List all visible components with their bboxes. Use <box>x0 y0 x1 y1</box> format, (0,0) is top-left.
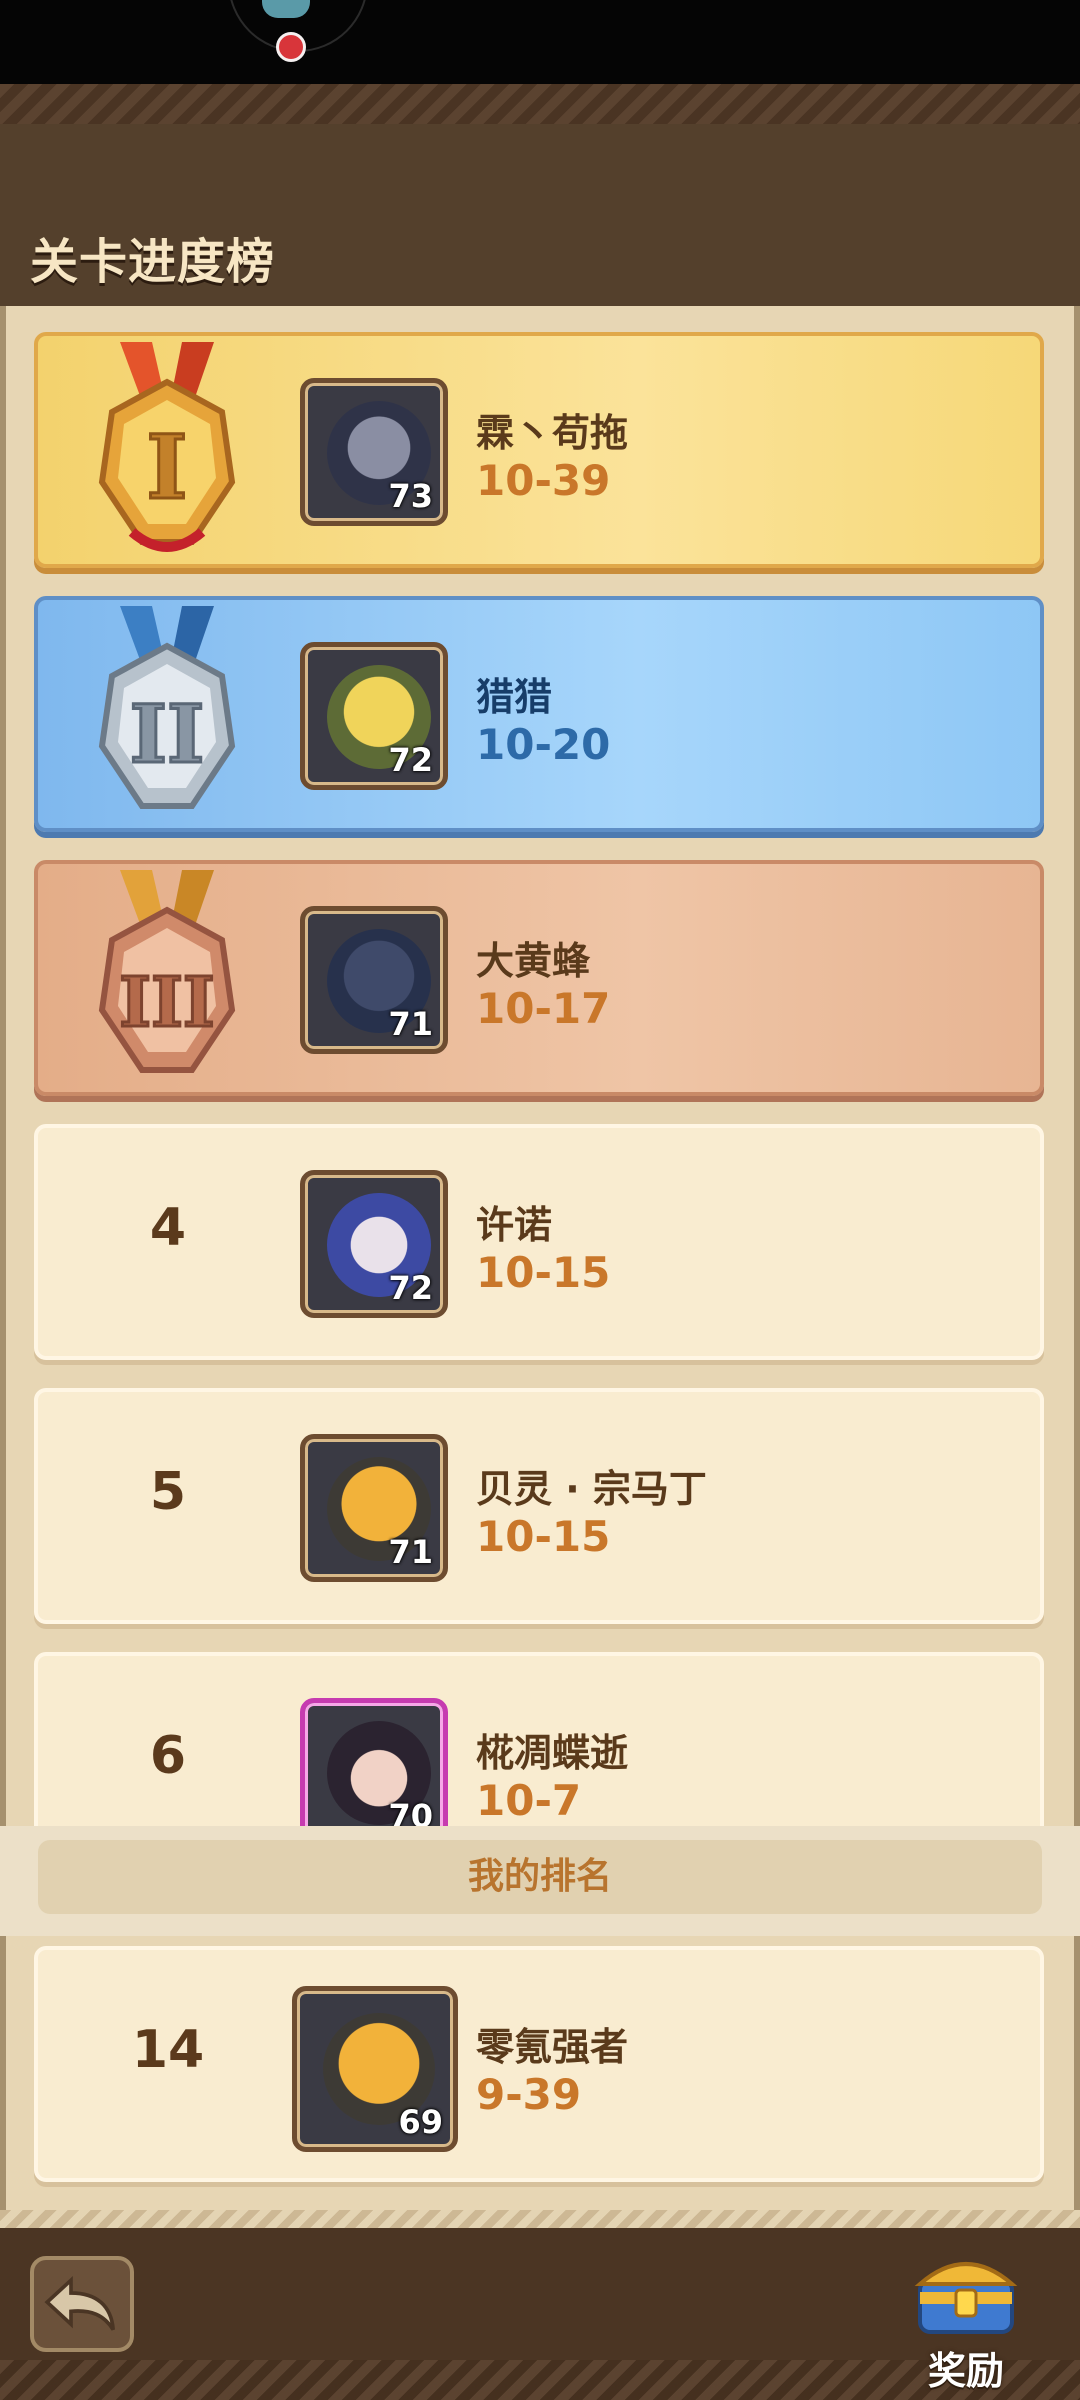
player-name: 椛凋蝶逝 <box>476 1731 629 1775</box>
mascot-icon <box>262 0 310 18</box>
leaderboard-row-3[interactable]: III 71 大黄蜂 10-17 <box>34 860 1044 1096</box>
player-score: 10-7 <box>476 1776 582 1825</box>
avatar[interactable]: 73 <box>300 378 448 526</box>
rank-number: 6 <box>149 1726 187 1786</box>
player-score: 10-20 <box>476 720 611 769</box>
treasure-chest-icon <box>914 2262 1018 2334</box>
avatar[interactable]: 69 <box>292 1986 458 2152</box>
avatar-level: 71 <box>388 1533 433 1571</box>
rank-number: 5 <box>149 1462 187 1522</box>
player-score: 10-39 <box>476 456 611 505</box>
my-rank-row[interactable]: 14 69 零氪强者 9-39 <box>34 1946 1044 2182</box>
medal-rank-2-icon: II <box>98 606 236 809</box>
reward-button[interactable]: 奖励 <box>906 2240 1026 2393</box>
player-name: 猎猎 <box>476 675 553 719</box>
rank-number: 14 <box>131 2020 205 2080</box>
reward-label: 奖励 <box>927 2349 1004 2393</box>
medal-rank-3-icon: III <box>98 870 236 1073</box>
avatar-level: 69 <box>398 2103 443 2141</box>
medal-rank-1-icon: I <box>98 342 236 552</box>
page-title: 关卡进度榜 <box>30 234 276 290</box>
panel-bottom-border <box>0 2210 1080 2228</box>
player-name: 许诺 <box>476 1203 553 1247</box>
avatar-level: 72 <box>388 741 433 779</box>
leaderboard-list[interactable]: I 73 霖丶苟拖 10-39 II 72 猎猎 10-20 III 71 大黄… <box>0 306 1080 1826</box>
back-arrow-icon <box>44 2275 115 2331</box>
svg-text:III: III <box>119 963 214 1043</box>
player-name: 零氪强者 <box>476 2025 629 2069</box>
leaderboard-row-2[interactable]: II 72 猎猎 10-20 <box>34 596 1044 832</box>
avatar-level: 71 <box>388 1005 433 1043</box>
avatar[interactable]: 71 <box>300 906 448 1054</box>
player-name: 霖丶苟拖 <box>476 411 629 455</box>
avatar-level: 72 <box>388 1269 433 1307</box>
leaderboard-row-5[interactable]: 5 71 贝灵 · 宗马丁 10-15 <box>34 1388 1044 1624</box>
svg-text:I: I <box>146 415 187 519</box>
svg-text:II: II <box>130 687 205 781</box>
player-score: 10-15 <box>476 1248 611 1297</box>
back-button[interactable] <box>30 2256 134 2352</box>
top-ornament <box>0 84 1080 124</box>
avatar[interactable]: 72 <box>300 1170 448 1318</box>
rank-number: 4 <box>149 1198 187 1258</box>
player-name: 贝灵 · 宗马丁 <box>476 1467 707 1511</box>
player-name: 大黄蜂 <box>476 939 591 983</box>
leaderboard-row-6[interactable]: 6 70 椛凋蝶逝 10-7 <box>34 1652 1044 1826</box>
notification-dot-icon <box>276 32 306 62</box>
player-score: 10-17 <box>476 984 611 1033</box>
my-rank-label: 我的排名 <box>38 1840 1042 1914</box>
leaderboard-row-1[interactable]: I 73 霖丶苟拖 10-39 <box>34 332 1044 568</box>
avatar[interactable]: 70 <box>300 1698 448 1826</box>
player-score: 10-15 <box>476 1512 611 1561</box>
avatar-level: 73 <box>388 477 433 515</box>
leaderboard-row-4[interactable]: 4 72 许诺 10-15 <box>34 1124 1044 1360</box>
player-score: 9-39 <box>476 2070 582 2119</box>
avatar[interactable]: 71 <box>300 1434 448 1582</box>
avatar-level: 70 <box>388 1797 433 1826</box>
status-bar <box>0 0 1080 84</box>
avatar[interactable]: 72 <box>300 642 448 790</box>
